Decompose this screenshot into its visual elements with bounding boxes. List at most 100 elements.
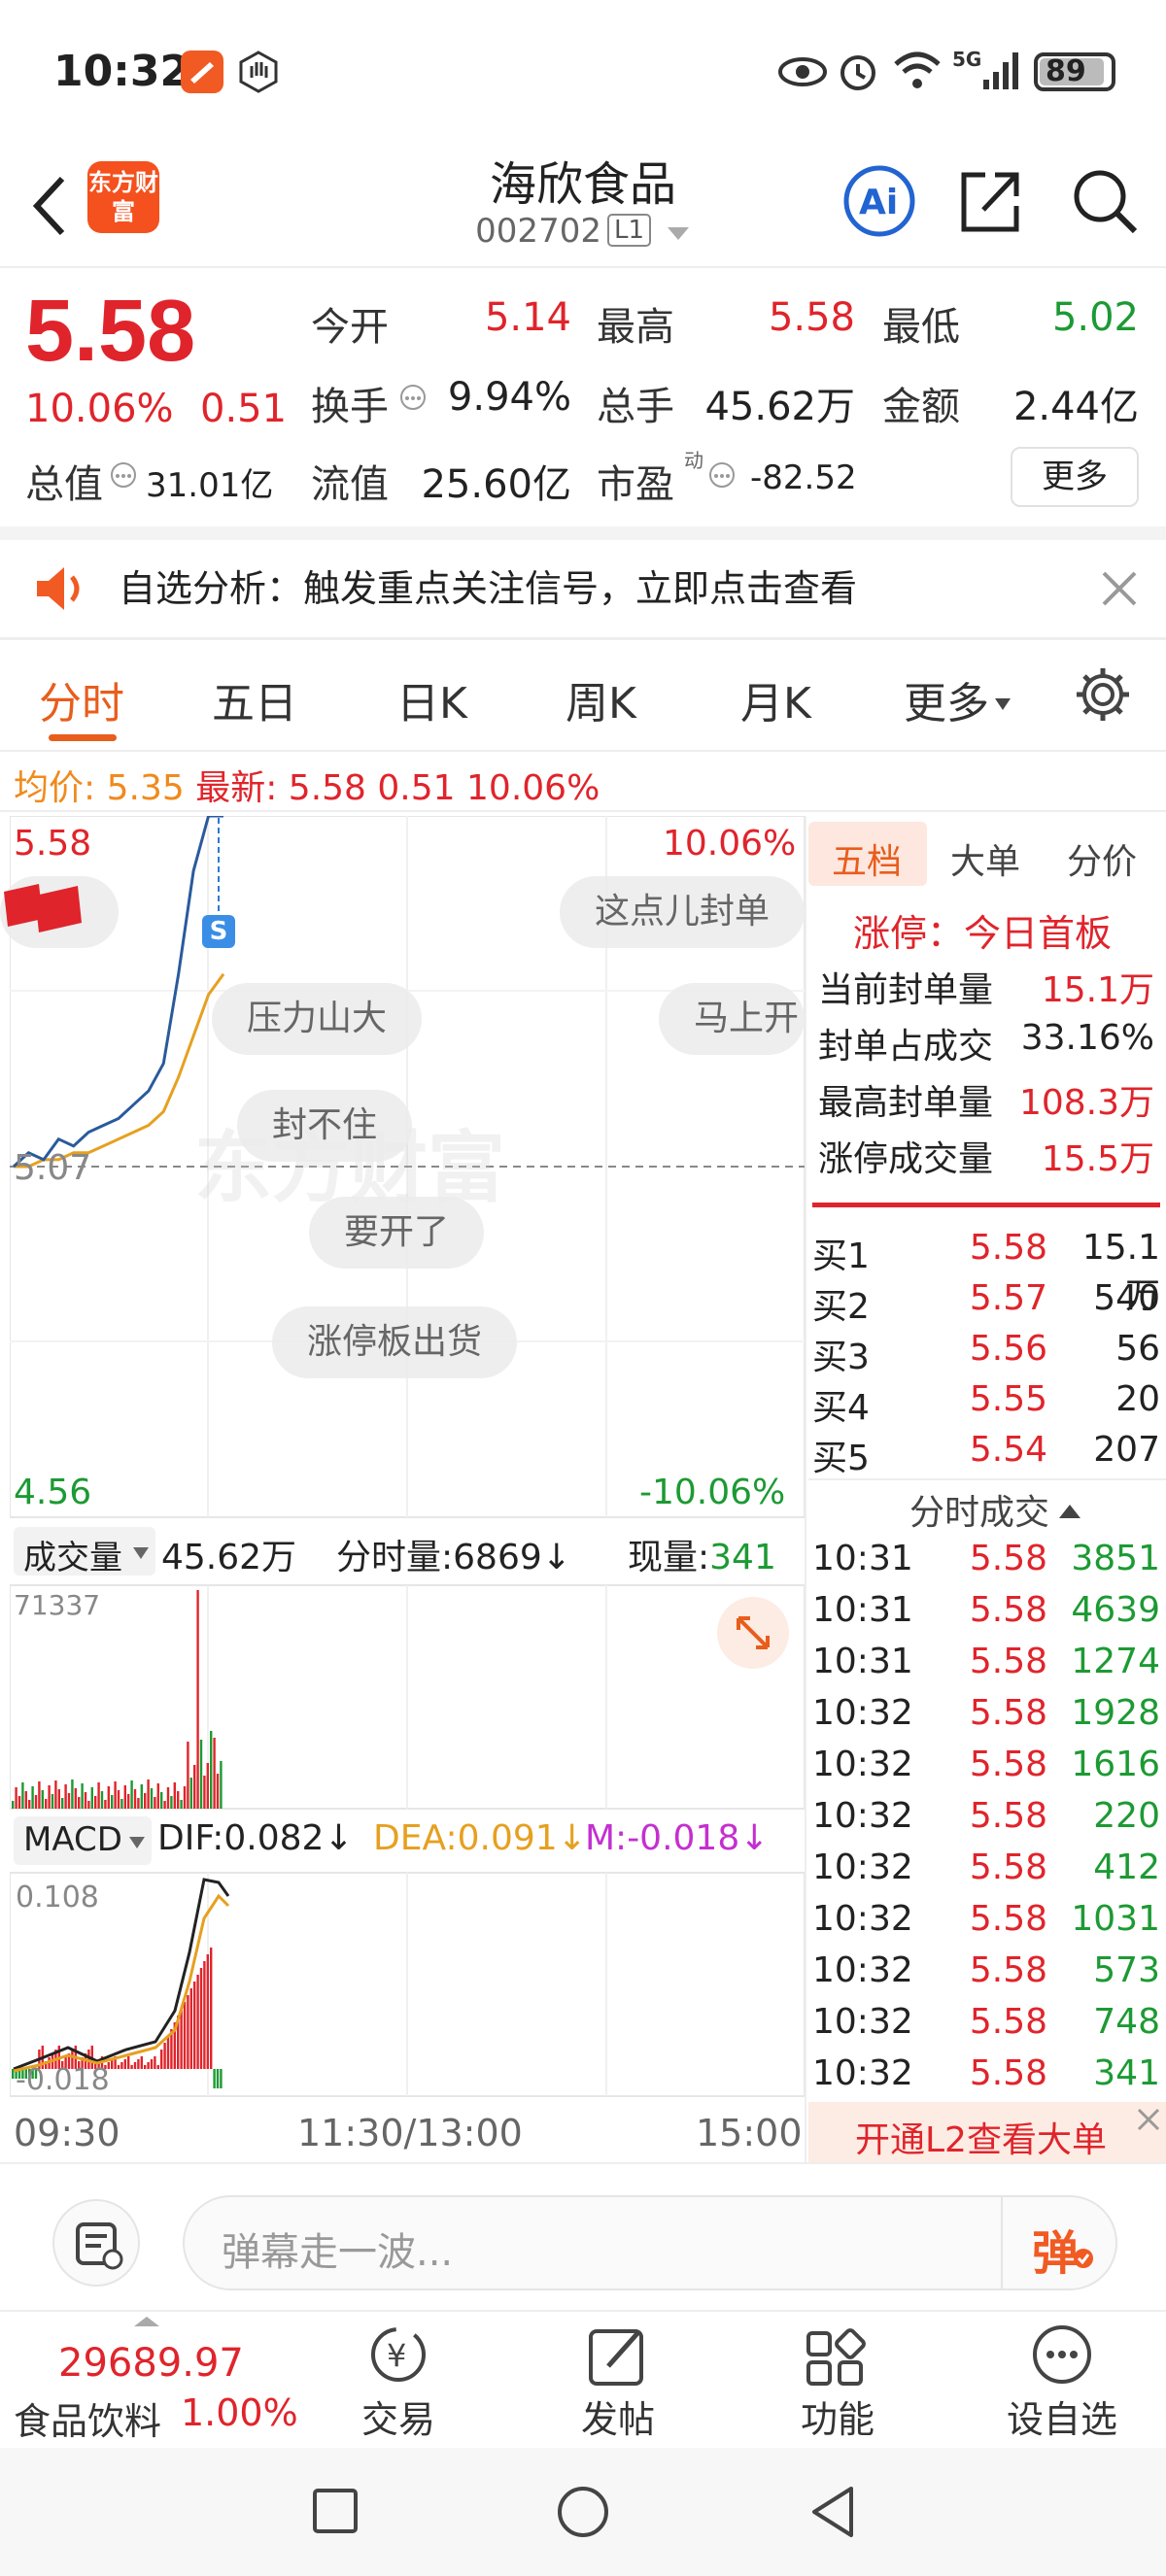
tick-volume: 220: [1093, 1796, 1160, 1836]
danmu-bubble[interactable]: 封不住: [237, 1090, 413, 1162]
panel-tab-large-orders[interactable]: 大单: [950, 833, 1020, 884]
macd-bar: [160, 2050, 163, 2069]
low-label: 最低: [882, 305, 960, 350]
danmu-send-button[interactable]: 弹: [1001, 2197, 1115, 2288]
macd-bar: [140, 2056, 143, 2069]
ticks-header[interactable]: 分时成交: [909, 1484, 1082, 1535]
macd-bar: [120, 2062, 123, 2069]
tick-time: 10:31: [812, 1539, 913, 1578]
danmu-badge[interactable]: [0, 876, 119, 948]
pe-info-icon[interactable]: [707, 460, 737, 493]
home-button[interactable]: [556, 2485, 610, 2539]
caret-down-icon: [133, 1547, 149, 1559]
info-circle-icon[interactable]: [109, 460, 138, 493]
share-button[interactable]: [958, 167, 1022, 239]
search-icon: [1074, 170, 1138, 234]
volume-bar: [74, 1788, 77, 1809]
tab-more[interactable]: 更多: [904, 668, 1012, 730]
volume-now: 341: [709, 1538, 776, 1577]
bid-level-label: 买1: [812, 1237, 870, 1276]
volume-bar: [41, 1790, 44, 1809]
danmu-bubble[interactable]: 压力山大: [212, 983, 423, 1055]
l2-promo-banner[interactable]: 开通L2查看大单: [808, 2102, 1166, 2162]
tab-intraday[interactable]: 分时: [39, 668, 124, 730]
volume-bar: [150, 1788, 154, 1809]
volume-indicator-select[interactable]: 成交量: [14, 1527, 155, 1577]
caret-down-icon: [129, 1837, 145, 1848]
ai-button[interactable]: Ai: [841, 163, 917, 243]
close-notice-button[interactable]: [1100, 569, 1139, 612]
nav-trade[interactable]: ¥ 交易: [330, 2312, 466, 2448]
volume-bar: [140, 1784, 143, 1809]
bid-qty: 20: [1115, 1379, 1160, 1419]
tick-volume: 341: [1093, 2053, 1160, 2093]
panel-tab-order-book[interactable]: 五档: [832, 833, 902, 884]
volume-bar: [51, 1794, 54, 1809]
pe-label: 市盈: [597, 462, 674, 507]
battery-icon: 89: [1034, 52, 1115, 91]
volume-bar: [61, 1798, 64, 1809]
caret-down-icon: [667, 227, 689, 240]
search-button[interactable]: [1071, 167, 1139, 239]
danmu-bubble[interactable]: 马上开: [659, 983, 805, 1055]
notice-banner[interactable]: 自选分析：触发重点关注信号，立即点击查看: [0, 540, 1166, 637]
macd-bar: [137, 2059, 140, 2069]
danmu-input[interactable]: 弹幕走一波... 弹: [183, 2195, 1117, 2290]
sector-index[interactable]: 29689.97 食品饮料 1.00%: [0, 2312, 298, 2448]
macd-bar: [130, 2065, 133, 2069]
signal-5g-icon: 5G: [952, 47, 1020, 97]
limit-up-s-marker[interactable]: S: [202, 915, 235, 948]
bid-level-label: 买4: [812, 1388, 870, 1428]
more-quote-button[interactable]: 更多: [1011, 447, 1139, 507]
volume-bar: [163, 1801, 166, 1809]
macd-bar: [216, 2069, 220, 2088]
tab-daily-k[interactable]: 日K: [396, 668, 467, 730]
macd-bar: [196, 1975, 199, 2069]
danmu-settings-button[interactable]: [52, 2199, 140, 2287]
macd-bar: [123, 2059, 126, 2069]
volume-bar: [100, 1791, 104, 1809]
tick-volume: 1031: [1071, 1899, 1160, 1939]
notice-text: 自选分析：触发重点关注信号，立即点击查看: [119, 567, 858, 610]
tick-time: 10:32: [812, 1899, 913, 1939]
tab-monthly-k[interactable]: 月K: [740, 668, 811, 730]
macd-dif: DIF:0.082↓: [157, 1818, 354, 1858]
turnover-value: 9.94%: [447, 375, 571, 420]
danmu-bubble[interactable]: 涨停板出货: [272, 1306, 518, 1378]
recent-apps-button[interactable]: [311, 2487, 360, 2535]
macd-bar: [180, 2009, 183, 2069]
nav-add-watchlist[interactable]: 设自选: [989, 2312, 1135, 2448]
volume-bar: [17, 1796, 21, 1809]
bid-level-label: 买3: [812, 1338, 870, 1377]
volume-bar: [144, 1793, 147, 1809]
macd-bar: [220, 2069, 223, 2088]
volume-max-label: 71337: [14, 1589, 101, 1621]
tab-weekly-k[interactable]: 周K: [566, 668, 636, 730]
volume-bar: [189, 1778, 192, 1809]
tick-price: 5.58: [969, 1796, 1047, 1836]
danmu-bubble[interactable]: 这点儿封单: [560, 876, 806, 948]
tick-price: 5.58: [969, 1590, 1047, 1630]
panel-tab-price-dist[interactable]: 分价: [1067, 833, 1137, 884]
volume-value: 45.62万: [704, 385, 855, 429]
volume-bar: [21, 1782, 24, 1809]
section-divider: [0, 526, 1166, 540]
tab-five-day[interactable]: 五日: [212, 668, 297, 730]
nav-post[interactable]: 发帖: [550, 2312, 686, 2448]
stats-underline: [812, 1203, 1160, 1207]
macd-indicator-select[interactable]: MACD: [14, 1816, 152, 1865]
nav-functions[interactable]: 功能: [770, 2312, 906, 2448]
danmu-bubble[interactable]: 要开了: [309, 1197, 485, 1269]
danmu-placeholder: 弹幕走一波...: [222, 2230, 454, 2275]
volume-bar: [78, 1797, 81, 1809]
expand-chart-button[interactable]: [717, 1597, 789, 1669]
volume-bar: [81, 1783, 84, 1809]
close-icon: [1137, 2108, 1160, 2131]
chart-settings-button[interactable]: [1073, 664, 1133, 729]
back-system-button[interactable]: [808, 2485, 857, 2539]
turnover-info-icon[interactable]: [398, 383, 428, 416]
volume-bar: [28, 1800, 31, 1809]
chart-pct-top: 10.06%: [663, 824, 797, 864]
macd-dea: DEA:0.091↓: [373, 1818, 587, 1858]
alarm-icon: [836, 49, 880, 97]
